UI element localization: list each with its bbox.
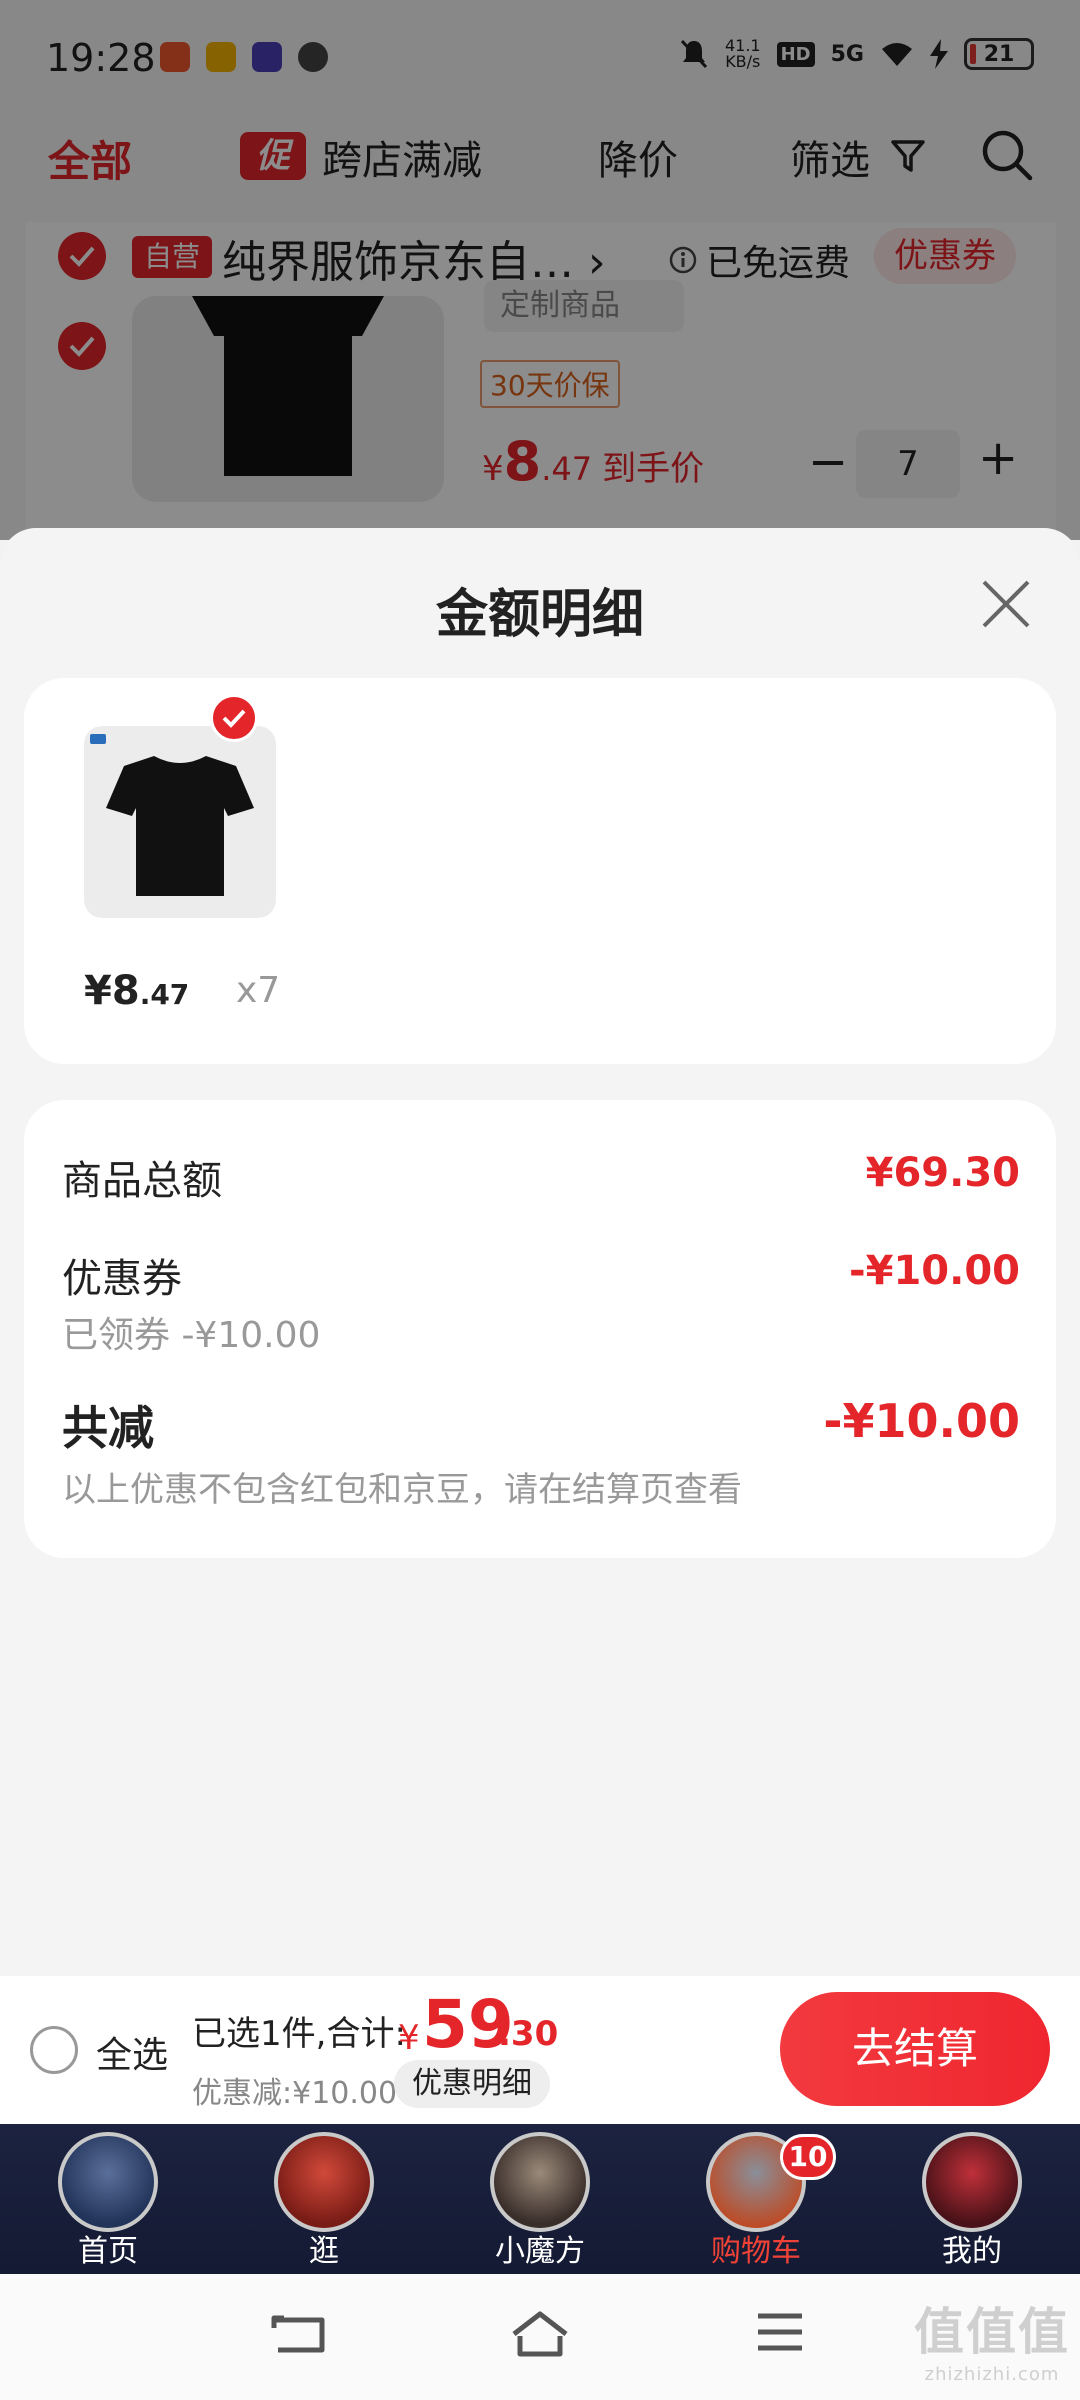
select-all-label[interactable]: 全选 xyxy=(96,2026,168,2078)
tshirt-icon xyxy=(90,734,254,896)
total-discount-label: 共减 xyxy=(62,1401,154,1455)
check-icon xyxy=(222,709,246,728)
total-discount-value: -¥10.00 xyxy=(823,1394,1020,1448)
discount-detail-button[interactable]: 优惠明细 xyxy=(394,2060,550,2108)
coupon-detail: 已领券 -¥10.00 xyxy=(62,1315,321,1356)
captain-avatar-icon xyxy=(58,2132,158,2232)
goods-total-label: 商品总额 xyxy=(62,1158,222,1204)
cart-count-badge: 10 xyxy=(780,2134,836,2180)
home-icon[interactable] xyxy=(510,2310,570,2360)
antman-avatar-icon xyxy=(922,2132,1022,2232)
close-icon[interactable] xyxy=(980,578,1032,630)
bottom-tab-bar: 首页 逛 小魔方 购物车 10 我的 xyxy=(0,2124,1080,2274)
menu-icon[interactable] xyxy=(756,2310,804,2354)
coupon-label: 优惠券 xyxy=(62,1256,182,1302)
sheet-title: 金额明细 xyxy=(435,585,644,645)
coupon-value: -¥10.00 xyxy=(849,1248,1020,1294)
tab-magic-cube[interactable]: 小魔方 xyxy=(440,2124,640,2274)
checkout-button[interactable]: 去结算 xyxy=(780,1992,1050,2106)
amount-summary-card: 商品总额 ¥69.30 优惠券 -¥10.00 已领券 -¥10.00 共减 -… xyxy=(24,1100,1056,1558)
discount-summary: 优惠减:¥10.00 xyxy=(192,2076,398,2111)
ironman-avatar-icon xyxy=(274,2132,374,2232)
total-currency: ¥ xyxy=(398,2018,420,2058)
modal-overlay[interactable] xyxy=(0,0,1080,540)
select-all-checkbox[interactable] xyxy=(30,2026,78,2074)
item-selected-check xyxy=(210,694,258,742)
tab-mine[interactable]: 我的 xyxy=(872,2124,1072,2274)
checkout-bar: 全选 已选1件,合计: ¥ 59 .30 优惠减:¥10.00 优惠明细 去结算 xyxy=(0,1976,1080,2124)
item-card: ¥8.47 x7 xyxy=(24,678,1056,1064)
selected-summary: 已选1件,合计: xyxy=(192,2014,406,2054)
tab-browse[interactable]: 逛 xyxy=(224,2124,424,2274)
watermark: 值值值 zhizhizhi.com xyxy=(914,2303,1070,2385)
item-quantity: x7 xyxy=(236,970,281,1011)
total-cents: .30 xyxy=(498,2014,559,2054)
system-nav-bar: 值值值 zhizhizhi.com xyxy=(0,2274,1080,2400)
goods-total-value: ¥69.30 xyxy=(865,1150,1020,1196)
discount-note: 以上优惠不包含红包和京豆，请在结算页查看 xyxy=(62,1470,742,1510)
amount-detail-sheet: 金额明细 ¥8.47 x7 商品总额 ¥69.30 优惠券 -¥10.00 已领… xyxy=(0,528,1080,1976)
tab-home[interactable]: 首页 xyxy=(8,2124,208,2274)
item-price: ¥8.47 xyxy=(84,968,190,1014)
thor-avatar-icon xyxy=(490,2132,590,2232)
back-icon[interactable] xyxy=(270,2310,326,2360)
item-thumbnail[interactable] xyxy=(84,726,276,918)
